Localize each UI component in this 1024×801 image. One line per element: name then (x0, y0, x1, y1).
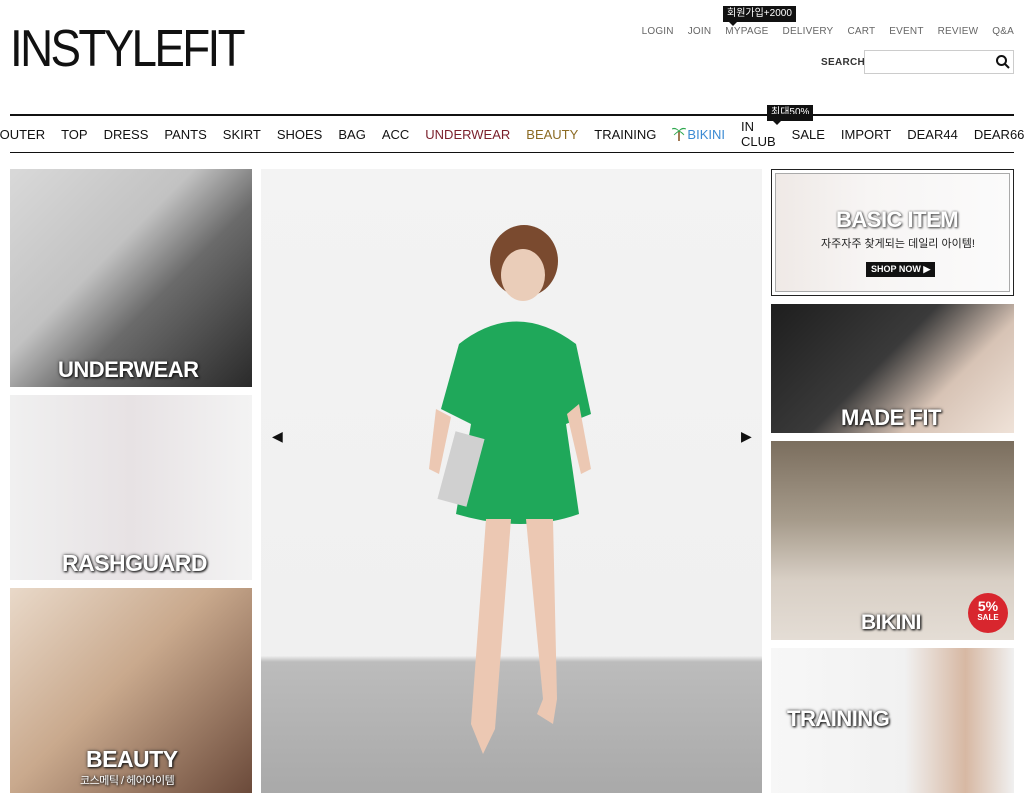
carousel-prev-arrow-icon[interactable]: ◀ (272, 428, 283, 445)
rashguard-banner-label: RASHGUARD (62, 550, 208, 576)
nav-underwear[interactable]: UNDERWEAR (425, 127, 510, 142)
beauty-banner[interactable]: BEAUTY 코스메틱 / 헤어아이템 (10, 588, 252, 793)
nav-dear66[interactable]: DEAR66 (974, 127, 1024, 142)
cart-link[interactable]: CART (847, 26, 875, 37)
nav-pants[interactable]: PANTS (164, 127, 206, 142)
bikini-banner-label: BIKINI (861, 611, 922, 634)
nav-bag[interactable]: BAG (338, 127, 365, 142)
search-input[interactable] (865, 51, 985, 73)
utility-links: LOGIN JOIN MYPAGE DELIVERY CART EVENT RE… (628, 26, 1014, 37)
nav-sale[interactable]: SALE (792, 127, 825, 142)
qna-link[interactable]: Q&A (992, 26, 1014, 37)
site-logo[interactable]: INSTYLEFIT (10, 20, 246, 78)
nav-training[interactable]: TRAINING (594, 127, 656, 142)
beauty-banner-label: BEAUTY (86, 746, 178, 772)
nav-import[interactable]: IMPORT (841, 127, 891, 142)
main-carousel-slide[interactable] (261, 169, 762, 793)
bikini-banner[interactable]: BIKINI 5% SALE (771, 441, 1014, 640)
join-bonus-tooltip: 회원가입+2000 (723, 6, 796, 26)
training-banner[interactable]: TRAINING (771, 648, 1014, 793)
nav-beauty[interactable]: BEAUTY (526, 127, 578, 142)
join-link[interactable]: JOIN (688, 26, 712, 37)
model-photo (429, 225, 591, 754)
search-icon[interactable] (995, 54, 1011, 70)
event-link[interactable]: EVENT (889, 26, 923, 37)
training-banner-label: TRAINING (787, 706, 890, 731)
basic-item-banner[interactable]: BASIC ITEM 자주자주 찾게되는 데일리 아이템! SHOP NOW ▶ (771, 169, 1014, 296)
nav-skirt[interactable]: SKIRT (223, 127, 261, 142)
shop-now-button[interactable]: SHOP NOW ▶ (866, 262, 936, 277)
main-nav: OUTER TOP DRESS PANTS SKIRT SHOES BAG AC… (0, 114, 1024, 153)
basic-item-title: BASIC ITEM (836, 207, 959, 232)
sale-badge-text: SALE (977, 613, 999, 622)
sale-badge-percent: 5% (977, 598, 999, 614)
login-link[interactable]: LOGIN (642, 26, 674, 37)
search-box (864, 50, 1014, 74)
underwear-banner[interactable]: UNDERWEAR (10, 169, 252, 387)
made-fit-banner-label: MADE FIT (841, 405, 941, 430)
nav-top[interactable]: TOP (61, 127, 88, 142)
mypage-link[interactable]: MYPAGE (725, 26, 768, 37)
delivery-link[interactable]: DELIVERY (783, 26, 834, 37)
nav-bikini[interactable]: BIKINI (672, 125, 725, 144)
nav-outer[interactable]: OUTER (0, 127, 45, 142)
nav-in-club[interactable]: IN CLUB (741, 119, 776, 149)
rashguard-banner[interactable]: RASHGUARD (10, 395, 252, 580)
palm-tree-icon (672, 125, 687, 144)
sale-badge: 5% SALE (968, 593, 1008, 633)
nav-dear44[interactable]: DEAR44 (907, 127, 958, 142)
nav-bikini-label: BIKINI (687, 126, 725, 142)
search-label: SEARCH (821, 57, 866, 68)
nav-acc[interactable]: ACC (382, 127, 409, 142)
nav-dress[interactable]: DRESS (104, 127, 149, 142)
underwear-banner-label: UNDERWEAR (58, 357, 199, 382)
review-link[interactable]: REVIEW (938, 26, 979, 37)
beauty-banner-sublabel: 코스메틱 / 헤어아이템 (80, 775, 175, 787)
basic-item-subtitle: 자주자주 찾게되는 데일리 아이템! (821, 238, 975, 250)
nav-shoes[interactable]: SHOES (277, 127, 323, 142)
carousel-next-arrow-icon[interactable]: ▶ (741, 428, 752, 445)
basic-item-banner-frame: BASIC ITEM 자주자주 찾게되는 데일리 아이템! SHOP NOW ▶ (775, 173, 1010, 292)
made-fit-banner[interactable]: MADE FIT (771, 304, 1014, 433)
